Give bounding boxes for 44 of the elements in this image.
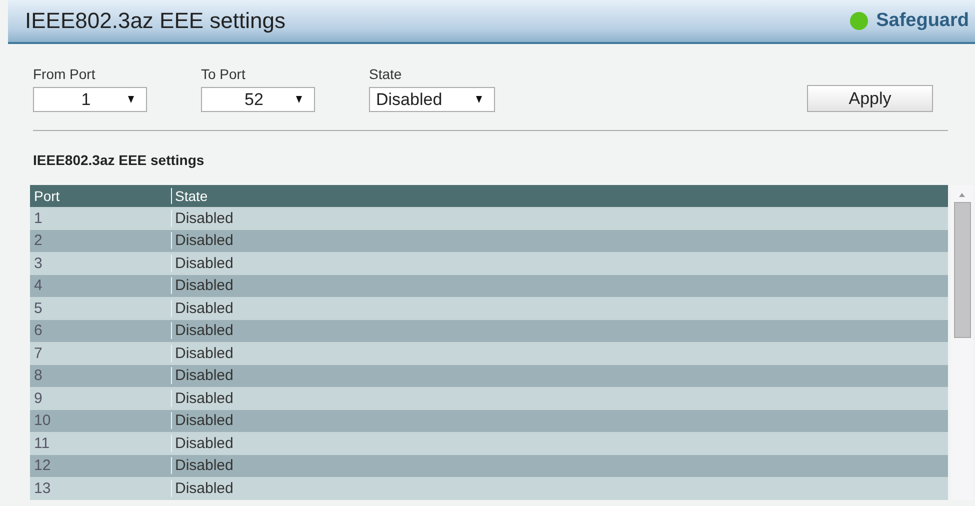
table-cell-text: Disabled bbox=[174, 480, 234, 497]
apply-button[interactable]: Apply bbox=[807, 85, 933, 112]
section-title: IEEE802.3az EEE settings bbox=[33, 152, 206, 170]
table-cell: 6 bbox=[30, 322, 172, 340]
table-cell: 3 bbox=[30, 254, 172, 272]
table-cell-text: Disabled bbox=[174, 232, 234, 250]
table-cell: 9 bbox=[30, 390, 172, 407]
table-cell-text: Disabled bbox=[174, 277, 234, 294]
table-cell: 10 bbox=[30, 412, 172, 430]
table-cell: 7 bbox=[30, 344, 172, 362]
table-cell-text: Disabled bbox=[174, 390, 234, 407]
table-cell-text: Disabled bbox=[174, 254, 234, 272]
field-label: State bbox=[369, 66, 403, 82]
table-cell: 8 bbox=[30, 367, 172, 384]
dropdown[interactable]: 52 bbox=[201, 87, 315, 112]
scroll-up-icon[interactable] bbox=[959, 193, 965, 197]
column-header: Port bbox=[30, 188, 172, 204]
table-cell: 1 bbox=[30, 210, 172, 227]
page-title: IEEE802.3az EEE settings bbox=[25, 8, 286, 34]
table-cell-text: Disabled bbox=[174, 457, 234, 474]
table-cell-text: Disabled bbox=[174, 344, 234, 362]
table-cell-text: Disabled bbox=[174, 412, 234, 430]
field-label: To Port bbox=[201, 66, 246, 82]
table-cell: 11 bbox=[30, 434, 172, 452]
safeguard-label: Safeguard bbox=[876, 10, 969, 32]
caret-icon bbox=[296, 96, 302, 103]
table-cell-text: Disabled bbox=[174, 210, 234, 227]
caret-icon bbox=[476, 96, 482, 103]
table-cell: 2 bbox=[30, 232, 172, 250]
dropdown[interactable]: Disabled bbox=[369, 87, 495, 112]
table-cell-text: Disabled bbox=[174, 434, 234, 452]
scroll-thumb[interactable] bbox=[954, 202, 970, 338]
scrollbar[interactable] bbox=[951, 185, 973, 500]
table-cell-text: Disabled bbox=[174, 367, 234, 384]
caret-icon bbox=[128, 96, 134, 103]
table-cell-text: Disabled bbox=[174, 300, 234, 317]
table-cell: 12 bbox=[30, 457, 172, 474]
field-label: From Port bbox=[33, 66, 96, 82]
dropdown[interactable]: 1 bbox=[33, 87, 147, 112]
column-header: State bbox=[174, 188, 208, 204]
table-cell: 5 bbox=[30, 300, 172, 317]
table-cell-text: Disabled bbox=[174, 322, 234, 340]
table-cell: 4 bbox=[30, 277, 172, 294]
table-cell: 13 bbox=[30, 480, 172, 497]
